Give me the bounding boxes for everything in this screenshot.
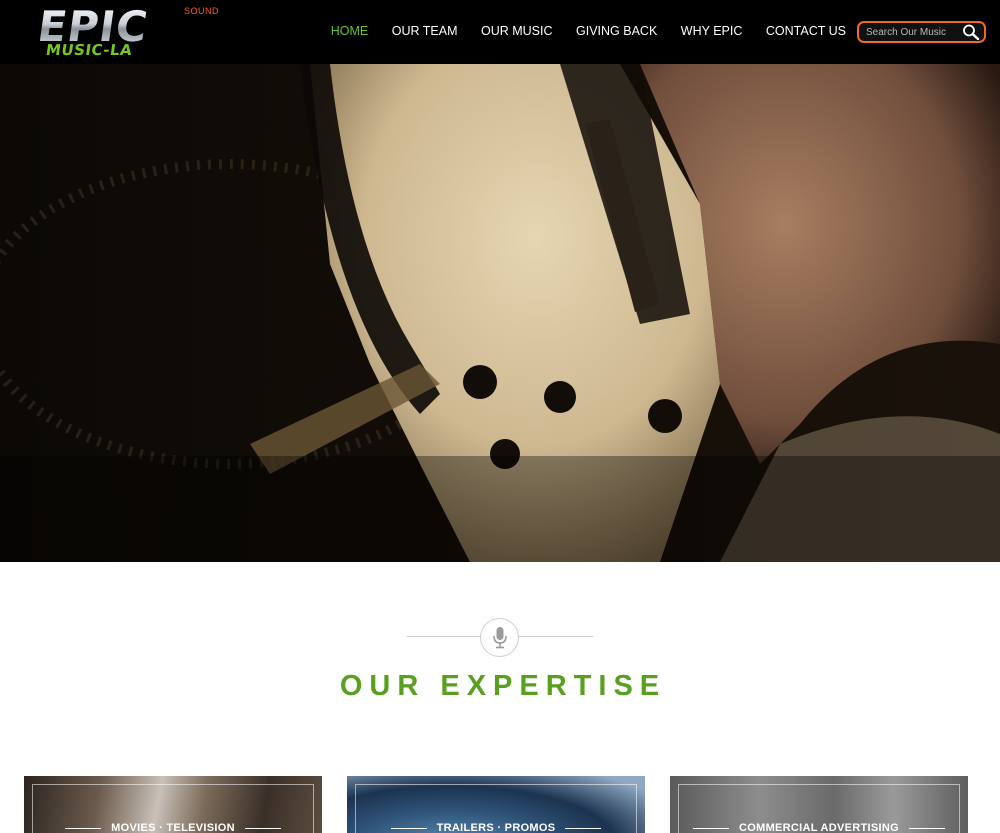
expertise-card-movies[interactable]: MOVIES · TELEVISION	[24, 776, 322, 833]
logo-tagline: SOUND	[184, 6, 220, 16]
search-icon[interactable]	[962, 24, 980, 41]
card-title-row: TRAILERS · PROMOS	[347, 822, 645, 833]
card-title: COMMERCIAL ADVERTISING	[739, 822, 899, 833]
hero-video	[0, 64, 1000, 562]
site-header: EPIC MUSIC-LA SOUND HOME OUR TEAM OUR MU…	[0, 0, 1000, 64]
search-box	[857, 21, 986, 43]
logo-subtitle: MUSIC-LA	[44, 41, 134, 59]
search-input[interactable]	[866, 25, 961, 39]
card-title-line	[244, 827, 281, 829]
card-title-line	[909, 827, 945, 829]
card-title-row: COMMERCIAL ADVERTISING	[670, 822, 968, 833]
card-title-line	[65, 827, 102, 829]
nav-item-our-team[interactable]: OUR TEAM	[392, 24, 458, 38]
nav-item-our-music[interactable]: OUR MUSIC	[481, 24, 553, 38]
heading-divider-left	[407, 636, 481, 637]
card-title: MOVIES · TELEVISION	[111, 822, 235, 833]
microphone-icon	[493, 627, 507, 649]
card-title-line	[693, 827, 729, 829]
section-heading: OUR EXPERTISE	[339, 670, 667, 702]
nav-item-home[interactable]: HOME	[331, 24, 369, 38]
hero-guitar-image	[0, 64, 1000, 562]
expertise-card-trailers[interactable]: TRAILERS · PROMOS	[347, 776, 645, 833]
card-title-line	[565, 827, 602, 829]
main-nav: HOME OUR TEAM OUR MUSIC GIVING BACK WHY …	[307, 24, 846, 38]
heading-divider-right	[519, 636, 593, 637]
microphone-badge	[480, 618, 519, 657]
card-title-line	[390, 827, 427, 829]
card-title: TRAILERS · PROMOS	[436, 822, 556, 833]
nav-item-giving-back[interactable]: GIVING BACK	[576, 24, 657, 38]
nav-item-why-epic[interactable]: WHY EPIC	[681, 24, 743, 38]
card-title-row: MOVIES · TELEVISION	[24, 822, 322, 833]
expertise-card-commercial[interactable]: COMMERCIAL ADVERTISING	[670, 776, 968, 833]
nav-item-contact-us[interactable]: CONTACT US	[766, 24, 846, 38]
site-logo[interactable]: EPIC MUSIC-LA	[35, 2, 161, 60]
